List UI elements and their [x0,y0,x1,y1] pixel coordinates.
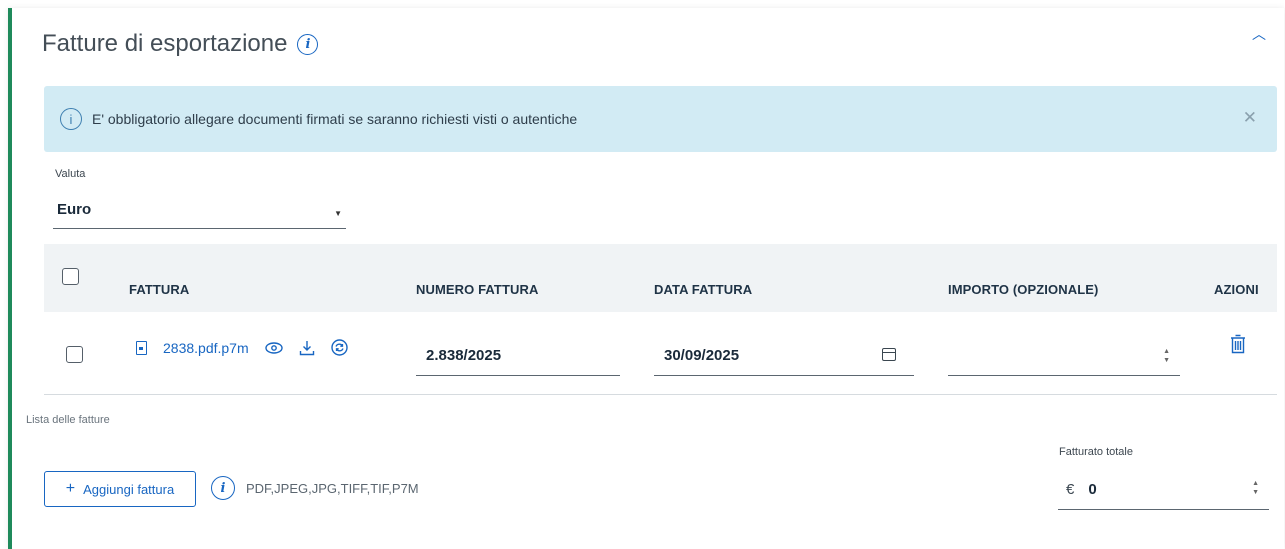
data-fattura-input[interactable]: 30/09/2025 [654,336,914,376]
table-caption: Lista delle fatture [26,414,110,426]
close-icon[interactable]: ✕ [1243,108,1257,128]
trash-icon[interactable] [1230,334,1246,354]
eye-icon[interactable] [264,341,283,354]
row-checkbox[interactable] [66,346,83,363]
add-fattura-button[interactable]: + Aggiungi fattura [44,471,196,507]
section-header: Fatture di esportazione i [42,30,319,58]
fatturato-totale-value: 0 [1088,481,1097,498]
header-data-fattura: DATA FATTURA [654,282,753,297]
header-importo: IMPORTO (OPZIONALE) [948,282,1099,297]
numero-fattura-input[interactable]: 2.838/2025 [416,336,620,376]
fatturato-totale-input[interactable]: € 0 ▲ ▼ [1058,470,1269,510]
importo-input[interactable]: ▲ ▼ [948,336,1180,376]
fatturato-totale-label: Fatturato totale [1059,446,1133,458]
valuta-select[interactable]: Euro ▼ [53,191,346,229]
add-fattura-label: Aggiungi fattura [83,481,175,497]
header-fattura: FATTURA [129,282,190,297]
currency-symbol: € [1066,481,1075,498]
spinner-arrows-icon[interactable]: ▲ ▼ [1252,479,1259,497]
info-icon-formats[interactable]: i [211,476,235,500]
info-circle-icon: i [60,108,82,130]
numero-fattura-value: 2.838/2025 [426,347,502,364]
valuta-value: Euro [57,201,92,218]
table-header: FATTURA NUMERO FATTURA DATA FATTURA IMPO… [44,244,1277,312]
allowed-formats: PDF,JPEG,JPG,TIFF,TIF,P7M [246,481,419,496]
alert-text: E' obbligatorio allegare documenti firma… [92,111,578,127]
download-icon[interactable] [299,340,315,356]
sync-icon[interactable] [330,339,348,356]
section-title: Fatture di esportazione [42,30,288,57]
document-icon [136,340,147,355]
valuta-label: Valuta [55,168,86,180]
fatture-card: Fatture di esportazione i ︿ i E' obbliga… [8,8,1284,549]
table-row: 2838.pdf.p7m 2.838/2025 30/09/2025 ▲ ▼ [44,312,1277,395]
caret-down-icon: ▼ [334,209,342,218]
spinner-arrows-icon[interactable]: ▲ ▼ [1163,347,1170,365]
info-alert: i E' obbligatorio allegare documenti fir… [44,86,1277,152]
calendar-icon[interactable] [882,348,896,361]
data-fattura-value: 30/09/2025 [664,347,740,364]
info-icon[interactable]: i [297,33,319,55]
file-name-link[interactable]: 2838.pdf.p7m [163,340,249,356]
plus-icon: + [65,480,76,497]
select-all-checkbox[interactable] [62,268,79,285]
chevron-up-icon[interactable]: ︿ [1252,24,1266,44]
file-cell: 2838.pdf.p7m [136,339,348,356]
header-numero-fattura: NUMERO FATTURA [416,282,539,297]
header-azioni: AZIONI [1214,282,1259,297]
